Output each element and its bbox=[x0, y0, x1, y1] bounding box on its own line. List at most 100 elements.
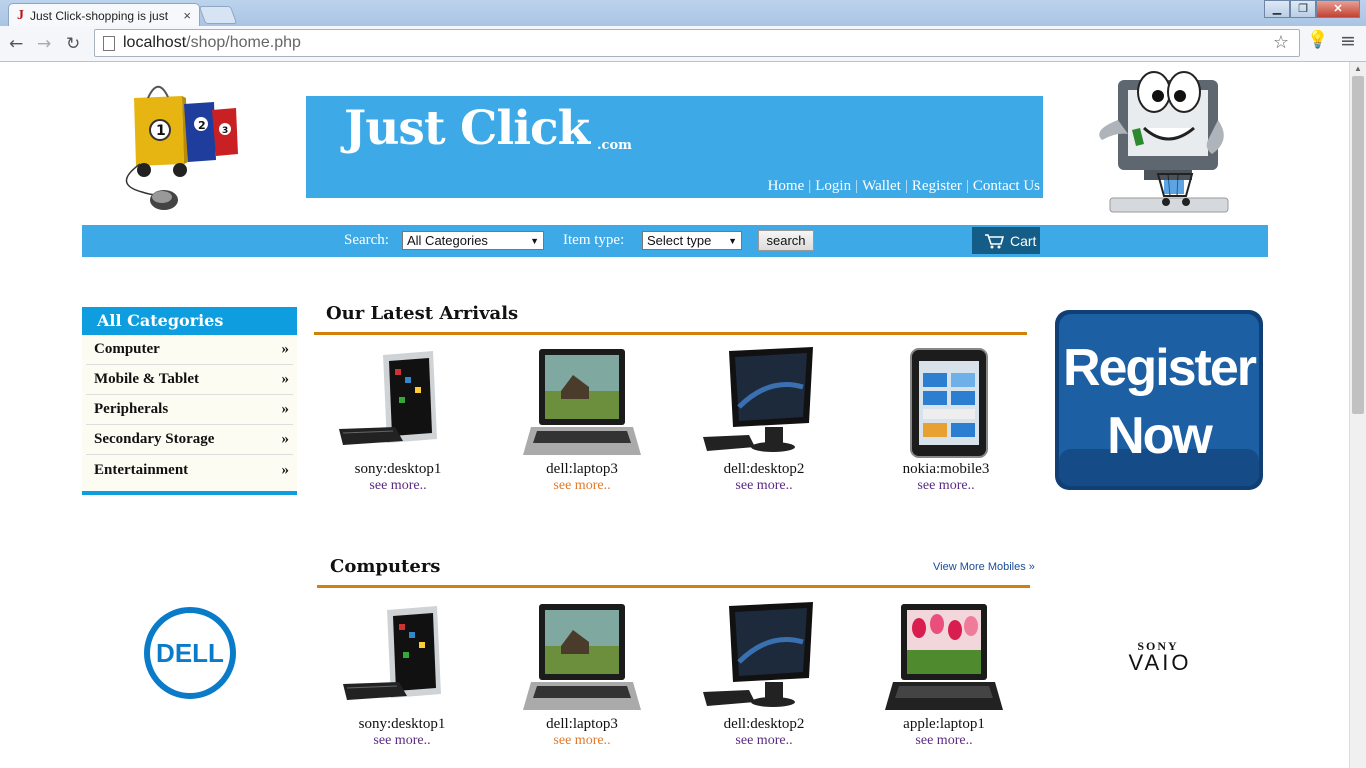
category-label: Computer bbox=[94, 341, 160, 357]
minimize-button[interactable]: ▁ bbox=[1264, 0, 1290, 18]
browser-tab[interactable]: J Just Click-shopping is just × bbox=[8, 3, 200, 27]
site-banner: Just Click .com Home | Login | Wallet | Reg… bbox=[306, 96, 1043, 198]
url-path: /shop/home.php bbox=[186, 34, 301, 51]
product-name: nokia:mobile3 bbox=[902, 461, 990, 477]
category-select[interactable]: All Categories ▼ bbox=[402, 231, 544, 250]
search-button[interactable]: search bbox=[758, 230, 814, 251]
product-card[interactable]: dell:desktop2 see more.. bbox=[684, 347, 844, 494]
shopping-bags-logo: 1 2 3 bbox=[125, 85, 238, 210]
svg-text:1: 1 bbox=[156, 123, 166, 139]
see-more-link[interactable]: see more.. bbox=[318, 478, 478, 494]
computers-section-title: Computers bbox=[330, 556, 441, 577]
laptop-tulips-icon bbox=[885, 604, 1003, 710]
product-name: sony:desktop1 bbox=[358, 716, 446, 732]
dropdown-arrow-icon: ▼ bbox=[728, 235, 737, 246]
address-bar[interactable]: localhost/shop/home.php ☆ bbox=[94, 29, 1300, 57]
nav-login[interactable]: Login bbox=[815, 178, 851, 195]
category-sidebar-title: All Categories bbox=[82, 307, 297, 335]
browser-toolbar: ← → ↻ localhost/shop/home.php ☆ bbox=[0, 26, 1366, 62]
product-card[interactable]: dell:laptop3 see more.. bbox=[502, 347, 662, 494]
all-in-one-pc-icon bbox=[339, 351, 437, 445]
latest-arrivals-title: Our Latest Arrivals bbox=[326, 303, 519, 324]
register-line2: Now bbox=[1107, 407, 1213, 465]
search-label: Search: bbox=[344, 232, 389, 248]
see-more-link[interactable]: see more.. bbox=[684, 478, 844, 494]
tab-close-icon[interactable]: × bbox=[183, 8, 191, 23]
product-name: apple:laptop1 bbox=[903, 716, 985, 732]
svg-text:2: 2 bbox=[198, 119, 206, 132]
window-controls: ▁ ❐ ✕ bbox=[1264, 0, 1360, 18]
register-now-banner[interactable]: Register Now bbox=[1054, 309, 1264, 491]
page-icon bbox=[103, 35, 115, 51]
product-name: dell:laptop3 bbox=[546, 716, 618, 732]
product-card[interactable]: sony:desktop1 see more.. bbox=[318, 347, 478, 494]
product-card[interactable]: dell:laptop3 see more.. bbox=[502, 602, 662, 749]
category-item-peripherals[interactable]: Peripherals » bbox=[86, 395, 293, 425]
category-label: Entertainment bbox=[94, 461, 189, 478]
see-more-link[interactable]: see more.. bbox=[864, 733, 1024, 749]
category-sidebar-footer-rule bbox=[82, 491, 297, 495]
category-item-mobile-tablet[interactable]: Mobile & Tablet » bbox=[86, 365, 293, 395]
lightbulb-icon[interactable]: 💡 bbox=[1307, 30, 1328, 50]
see-more-link[interactable]: see more.. bbox=[322, 733, 482, 749]
back-icon[interactable]: ← bbox=[9, 34, 23, 54]
laptop-icon bbox=[523, 349, 641, 455]
cart-label: Cart bbox=[1010, 232, 1037, 249]
category-select-value: All Categories bbox=[407, 233, 488, 248]
see-more-link[interactable]: see more.. bbox=[866, 478, 1026, 494]
product-card[interactable]: nokia:mobile3 see more.. bbox=[866, 347, 1026, 494]
top-navigation: Home | Login | Wallet | Register | Contact U… bbox=[768, 178, 1040, 195]
category-item-computer[interactable]: Computer » bbox=[86, 335, 293, 365]
restore-button[interactable]: ❐ bbox=[1290, 0, 1316, 18]
forward-icon[interactable]: → bbox=[37, 34, 51, 54]
nav-contact-us[interactable]: Contact Us bbox=[973, 178, 1040, 195]
chevron-right-icon: » bbox=[281, 401, 290, 417]
item-type-select-value: Select type bbox=[647, 233, 712, 248]
see-more-link[interactable]: see more.. bbox=[684, 733, 844, 749]
see-more-link[interactable]: see more.. bbox=[502, 733, 662, 749]
nav-register[interactable]: Register bbox=[912, 178, 962, 195]
new-tab-button[interactable] bbox=[198, 6, 238, 24]
nav-separator: | bbox=[855, 178, 859, 194]
brand-logo[interactable]: Just Click bbox=[344, 101, 590, 156]
tab-title: Just Click-shopping is just bbox=[30, 8, 169, 23]
nav-separator: | bbox=[808, 178, 812, 194]
shopping-cart-icon bbox=[985, 233, 1004, 248]
item-type-label: Item type: bbox=[563, 232, 625, 248]
bookmark-star-icon[interactable]: ☆ bbox=[1273, 32, 1289, 53]
product-card[interactable]: apple:laptop1 see more.. bbox=[864, 602, 1024, 749]
cart-button[interactable]: Cart bbox=[972, 227, 1040, 254]
category-label: Secondary Storage bbox=[94, 431, 215, 447]
product-card[interactable]: dell:desktop2 see more.. bbox=[684, 602, 844, 749]
chevron-right-icon: » bbox=[281, 431, 290, 447]
nav-home[interactable]: Home bbox=[768, 178, 805, 195]
window-close-button[interactable]: ✕ bbox=[1316, 0, 1360, 18]
dell-logo[interactable]: DELL bbox=[142, 605, 238, 701]
desktop-icon bbox=[703, 347, 813, 452]
category-item-entertainment[interactable]: Entertainment » bbox=[86, 455, 293, 485]
laptop-icon bbox=[523, 604, 641, 710]
item-type-select[interactable]: Select type ▼ bbox=[642, 231, 742, 250]
dell-logo-text: DELL bbox=[156, 638, 224, 668]
chevron-right-icon: » bbox=[281, 371, 290, 387]
nav-separator: | bbox=[965, 178, 969, 194]
sony-vaio-logo[interactable]: SONY VAIO bbox=[1110, 638, 1210, 674]
menu-icon[interactable]: ≡ bbox=[1340, 30, 1356, 52]
product-card[interactable]: sony:desktop1 see more.. bbox=[322, 602, 482, 749]
product-name: dell:desktop2 bbox=[723, 716, 805, 732]
nav-wallet[interactable]: Wallet bbox=[862, 178, 901, 195]
mobile-phone-icon bbox=[910, 348, 988, 458]
vertical-scrollbar[interactable]: ▲ bbox=[1349, 62, 1366, 768]
chevron-right-icon: » bbox=[281, 461, 290, 478]
favicon-icon: J bbox=[17, 7, 24, 23]
reload-icon[interactable]: ↻ bbox=[66, 34, 80, 54]
nav-separator: | bbox=[904, 178, 908, 194]
scrollbar-thumb[interactable] bbox=[1352, 76, 1364, 414]
register-line1: Register bbox=[1063, 339, 1257, 397]
see-more-link[interactable]: see more.. bbox=[502, 478, 662, 494]
scroll-up-icon[interactable]: ▲ bbox=[1354, 64, 1362, 73]
page-content: 1 2 3 Just Click .com Home | Login | Walle… bbox=[0, 62, 1349, 768]
view-more-link[interactable]: View More Mobiles » bbox=[933, 561, 1035, 573]
chevron-right-icon: » bbox=[281, 341, 290, 357]
category-item-secondary-storage[interactable]: Secondary Storage » bbox=[86, 425, 293, 455]
